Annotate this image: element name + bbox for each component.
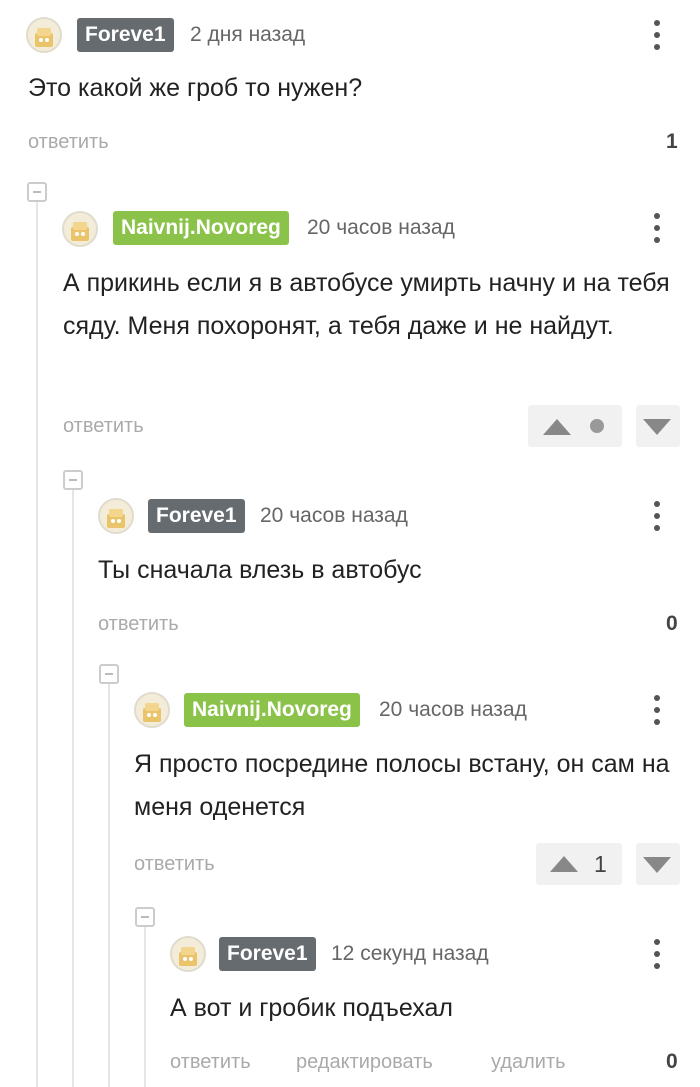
reply-link[interactable]: ответить [98, 610, 179, 638]
delete-link[interactable]: удалить [491, 1048, 566, 1076]
thread-line-level-2 [72, 488, 74, 1087]
comment-time: 12 секунд назад [331, 942, 489, 965]
downvote-triangle-icon[interactable] [643, 857, 671, 873]
thread-line-level-4 [144, 925, 146, 1087]
downvote-box[interactable] [636, 405, 680, 447]
comment-time: 20 часов назад [307, 216, 455, 239]
reply-link[interactable]: ответить [134, 850, 215, 878]
default-avatar-icon[interactable] [134, 692, 170, 728]
comment-text: Ты сначала влезь в автобус [98, 556, 422, 584]
upvote-box[interactable]: 1 [536, 843, 622, 885]
comment-text: А прикинь если я в автобусе умирть начну… [63, 269, 670, 340]
author-nickname[interactable]: Foreve1 [219, 937, 316, 971]
downvote-box[interactable] [636, 843, 680, 885]
author-nickname[interactable]: Naivnij.Novoreg [184, 693, 360, 727]
author-nickname[interactable]: Foreve1 [77, 18, 174, 52]
reply-link[interactable]: ответить [63, 412, 144, 440]
author-nickname[interactable]: Naivnij.Novoreg [113, 211, 289, 245]
rating-hidden-dot-icon [590, 419, 604, 433]
comment-rating: 1 [666, 130, 678, 153]
reply-link[interactable]: ответить [28, 128, 109, 156]
upvote-box[interactable] [528, 405, 622, 447]
vote-count: 1 [594, 851, 607, 877]
default-avatar-icon[interactable] [98, 498, 134, 534]
comment-time: 20 часов назад [260, 504, 408, 527]
kebab-menu-icon[interactable] [647, 937, 667, 971]
upvote-triangle-icon[interactable] [550, 856, 578, 872]
kebab-menu-icon[interactable] [647, 211, 667, 245]
default-avatar-icon[interactable] [26, 17, 62, 53]
author-nickname[interactable]: Foreve1 [148, 499, 245, 533]
reply-link[interactable]: ответить [170, 1048, 251, 1076]
comment-text: Это какой же гроб то нужен? [28, 74, 363, 102]
downvote-triangle-icon[interactable] [643, 419, 671, 435]
upvote-triangle-icon[interactable] [543, 419, 571, 435]
default-avatar-icon[interactable] [170, 936, 206, 972]
collapse-minus-icon[interactable] [63, 470, 83, 490]
comment-time: 2 дня назад [190, 23, 306, 46]
comment-text: Я просто посредине полосы встану, он сам… [134, 750, 670, 821]
thread-line-level-1 [36, 200, 38, 1087]
collapse-minus-icon[interactable] [135, 907, 155, 927]
kebab-menu-icon[interactable] [647, 499, 667, 533]
kebab-menu-icon[interactable] [647, 18, 667, 52]
thread-line-level-3 [108, 682, 110, 1087]
kebab-menu-icon[interactable] [647, 693, 667, 727]
comment-time: 20 часов назад [379, 698, 527, 721]
collapse-minus-icon[interactable] [99, 664, 119, 684]
edit-link[interactable]: редактировать [296, 1048, 433, 1076]
default-avatar-icon[interactable] [62, 211, 98, 247]
comment-text: А вот и гробик подъехал [170, 994, 453, 1022]
collapse-minus-icon[interactable] [27, 182, 47, 202]
comment-rating: 0 [666, 1050, 678, 1073]
comment-rating: 0 [666, 612, 678, 635]
